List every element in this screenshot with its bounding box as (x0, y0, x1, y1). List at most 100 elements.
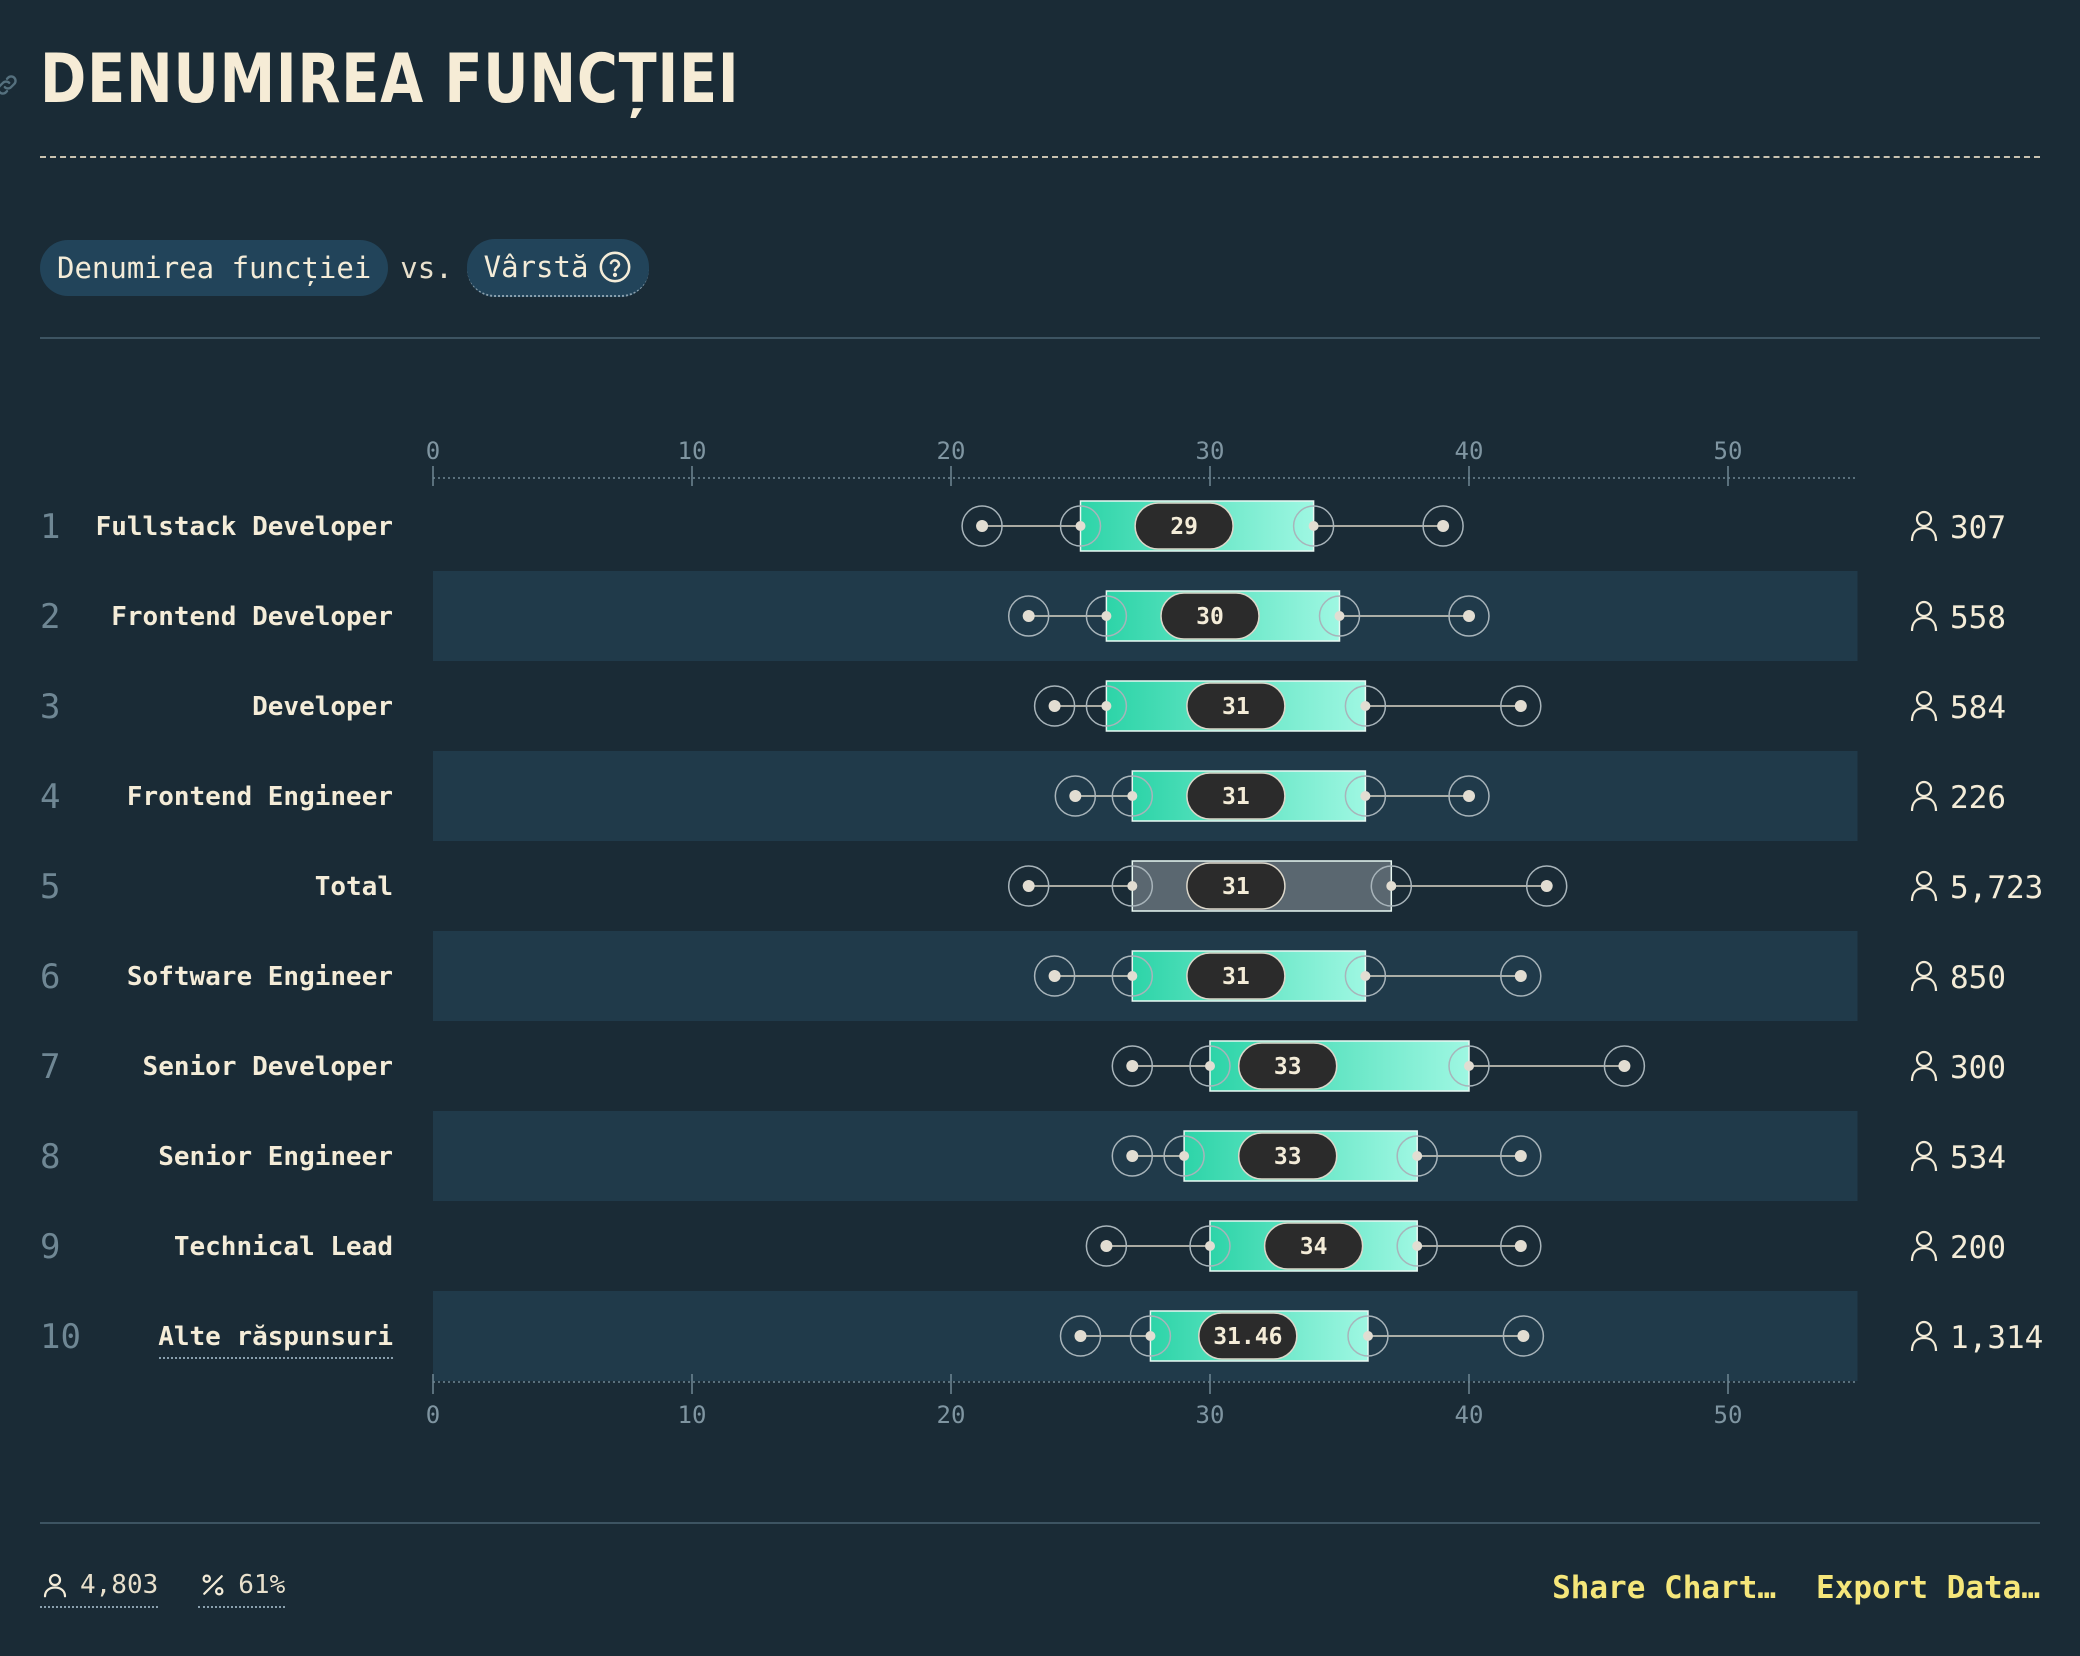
whisker-end-dot (1437, 520, 1450, 532)
whisker-end-dot (1100, 1240, 1113, 1252)
footer-divider (40, 1522, 2040, 1524)
user-icon (1910, 616, 1938, 632)
whisker-end-dot (1517, 1330, 1530, 1342)
median-label: 31 (1222, 964, 1250, 990)
whisker-end-dot (1618, 1060, 1631, 1072)
row-rank: 8 (40, 1137, 60, 1177)
x-tick-label: 40 (1455, 437, 1484, 465)
row-count: 850 (1950, 960, 2006, 996)
quartile-dot (1412, 1241, 1423, 1251)
whisker-end-dot (1069, 790, 1082, 802)
median-label: 29 (1170, 514, 1198, 540)
quartile-dot (1360, 971, 1371, 981)
row-rank: 1 (40, 507, 60, 547)
user-icon (1910, 1246, 1938, 1262)
quartile-dot (1308, 521, 1319, 531)
quartile-dot (1205, 1061, 1215, 1071)
whisker-end-dot (1022, 610, 1035, 622)
user-icon (1915, 690, 1933, 708)
respondents-stat[interactable]: 4,803 (40, 1570, 159, 1608)
user-icon (1915, 1050, 1933, 1068)
user-icon (1915, 1140, 1933, 1158)
percent-icon (202, 1574, 224, 1596)
whisker-end-dot (1463, 610, 1475, 622)
row-label: Developer (252, 692, 393, 722)
quartile-dot (1127, 791, 1138, 801)
whisker-end-dot (1514, 970, 1527, 982)
quartile-dot (1360, 701, 1371, 711)
whisker-end-dot (1126, 1060, 1139, 1072)
footer-stats: 4,803 61% (40, 1570, 286, 1608)
user-icon (1910, 1066, 1938, 1082)
user-icon (1915, 510, 1933, 528)
user-icon (1915, 780, 1933, 798)
x-tick-label: 50 (1714, 437, 1743, 465)
median-label: 31.46 (1213, 1324, 1282, 1350)
quartile-dot (1412, 1151, 1423, 1161)
quartile-dot (1464, 1061, 1474, 1071)
whisker-end-dot (976, 520, 989, 532)
user-icon (1910, 526, 1938, 542)
row-label: Technical Lead (174, 1232, 393, 1262)
row-count: 1,314 (1950, 1320, 2043, 1356)
median-label: 33 (1274, 1144, 1302, 1170)
user-icon (1915, 1320, 1933, 1338)
row-rank: 5 (40, 867, 60, 907)
whisker-end-dot (1514, 1240, 1527, 1252)
row-count: 307 (1950, 510, 2006, 546)
row-count: 584 (1950, 690, 2006, 726)
quartile-dot (1127, 971, 1138, 981)
x-tick-label: 40 (1455, 1401, 1484, 1429)
median-label: 31 (1222, 874, 1250, 900)
whisker-end-dot (1514, 700, 1527, 712)
row-count: 300 (1950, 1050, 2006, 1086)
x-tick-label: 10 (678, 437, 707, 465)
x-tick-label: 0 (426, 437, 440, 465)
whisker-end-dot (1048, 700, 1061, 712)
whisker-end-dot (1048, 970, 1061, 982)
row-label: Software Engineer (127, 962, 393, 992)
quartile-dot (1360, 791, 1371, 801)
x-tick-label: 20 (937, 437, 966, 465)
quartile-dot (1205, 1241, 1215, 1251)
row-rank: 4 (40, 777, 60, 817)
row-count: 558 (1950, 600, 2006, 636)
row-count: 200 (1950, 1230, 2006, 1266)
row-label: Fullstack Developer (96, 512, 393, 542)
row-count: 534 (1950, 1140, 2006, 1176)
quartile-dot (1101, 611, 1112, 621)
row-rank: 6 (40, 957, 60, 997)
share-chart-link[interactable]: Share Chart… (1552, 1570, 1776, 1606)
quartile-dot (1362, 1331, 1373, 1341)
user-icon (1910, 886, 1938, 902)
x-tick-label: 30 (1196, 437, 1225, 465)
row-label: Senior Developer (143, 1052, 393, 1082)
user-icon (1915, 600, 1933, 618)
row-label: Alte răspunsuri (158, 1322, 393, 1352)
row-count: 226 (1950, 780, 2006, 816)
row-rank: 3 (40, 687, 60, 727)
row-label: Frontend Engineer (127, 782, 393, 812)
quartile-dot (1101, 701, 1112, 711)
whisker-end-dot (1514, 1150, 1527, 1162)
quartile-dot (1179, 1151, 1190, 1161)
row-label: Senior Engineer (158, 1142, 393, 1172)
quartile-dot (1386, 881, 1397, 891)
whisker-end-dot (1463, 790, 1475, 802)
whisker-end-dot (1074, 1330, 1087, 1342)
whisker-end-dot (1540, 880, 1553, 892)
x-tick-label: 30 (1196, 1401, 1225, 1429)
percent-stat[interactable]: 61% (198, 1570, 286, 1608)
median-label: 31 (1222, 784, 1250, 810)
user-icon (1915, 1230, 1933, 1248)
row-label: Total (315, 872, 393, 902)
row-count: 5,723 (1950, 870, 2043, 906)
row-rank: 9 (40, 1227, 60, 1267)
x-tick-label: 0 (426, 1401, 440, 1429)
quartile-dot (1145, 1331, 1156, 1341)
x-tick-label: 10 (678, 1401, 707, 1429)
export-data-link[interactable]: Export Data… (1816, 1570, 2040, 1606)
median-label: 33 (1274, 1054, 1302, 1080)
median-label: 30 (1196, 604, 1224, 630)
quartile-dot (1334, 611, 1345, 621)
